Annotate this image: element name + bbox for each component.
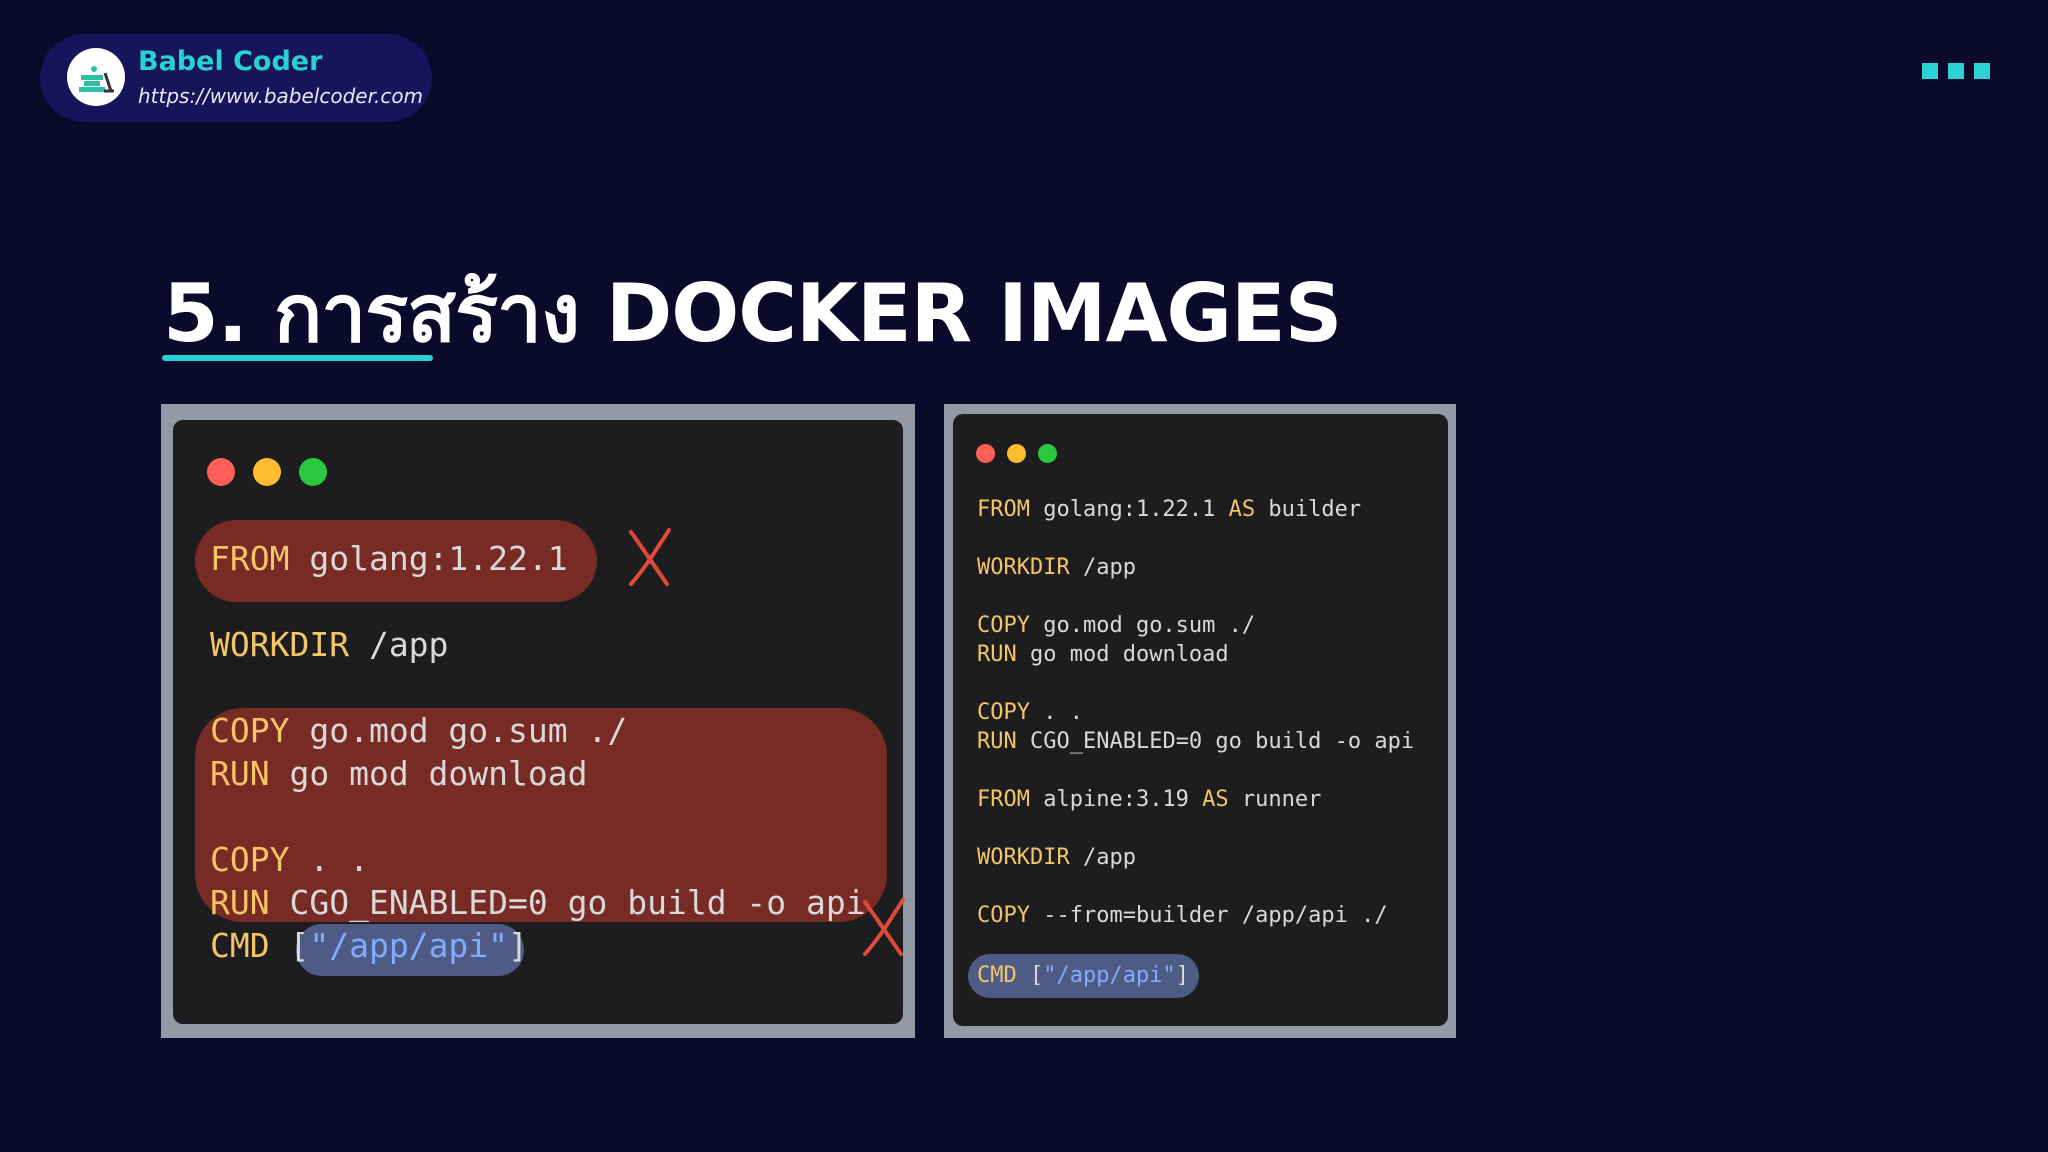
left-code-line-3: COPY go.mod go.sum ./ [210, 711, 628, 750]
title-underline [162, 355, 433, 361]
corner-dots-decoration [1912, 63, 1990, 83]
window-minimize-dot-icon [1007, 444, 1026, 463]
square-dot-icon [1922, 63, 1938, 79]
left-terminal-window: FROM golang:1.22.1 WORKDIR /app COPY go.… [173, 420, 903, 1024]
square-dot-icon [1948, 63, 1964, 79]
left-code-line-7: CMD ["/app/api"] [210, 926, 528, 965]
right-code-line-10: CMD ["/app/api"] [977, 963, 1189, 988]
right-code-frame: FROM golang:1.22.1 AS builder WORKDIR /a… [944, 404, 1456, 1038]
right-code-line-8: WORKDIR /app [977, 845, 1136, 870]
left-code-line-1: FROM golang:1.22.1 [210, 539, 568, 578]
right-code-line-2: WORKDIR /app [977, 555, 1136, 580]
right-code-line-7: FROM alpine:3.19 AS runner [977, 787, 1322, 812]
brand-url[interactable]: https://www.babelcoder.com [138, 84, 423, 108]
left-code-line-6: RUN CGO_ENABLED=0 go build -o api [210, 883, 866, 922]
left-code-frame: FROM golang:1.22.1 WORKDIR /app COPY go.… [161, 404, 915, 1038]
right-terminal-window: FROM golang:1.22.1 AS builder WORKDIR /a… [953, 414, 1448, 1026]
right-code-line-6: RUN CGO_ENABLED=0 go build -o api [977, 729, 1415, 754]
right-code-line-4: RUN go mod download [977, 642, 1229, 667]
right-code-line-1: FROM golang:1.22.1 AS builder [977, 497, 1362, 522]
right-code-line-3: COPY go.mod go.sum ./ [977, 613, 1256, 638]
right-code-line-5: COPY . . [977, 700, 1083, 725]
left-code-line-4: RUN go mod download [210, 754, 588, 793]
window-minimize-dot-icon [253, 458, 281, 486]
right-code-line-9: COPY --from=builder /app/api ./ [977, 903, 1388, 928]
brand-logo-icon [79, 66, 114, 93]
window-maximize-dot-icon [299, 458, 327, 486]
cross-mark-icon [863, 898, 905, 956]
square-dot-icon [1974, 63, 1990, 79]
window-close-dot-icon [207, 458, 235, 486]
brand-logo [67, 48, 125, 106]
window-maximize-dot-icon [1038, 444, 1057, 463]
left-code-line-2: WORKDIR /app [210, 625, 449, 664]
window-close-dot-icon [976, 444, 995, 463]
cross-mark-icon [629, 528, 671, 586]
brand-badge: Babel Coder https://www.babelcoder.com [40, 34, 432, 122]
left-code-line-5: COPY . . [210, 840, 369, 879]
brand-name: Babel Coder [138, 46, 323, 77]
